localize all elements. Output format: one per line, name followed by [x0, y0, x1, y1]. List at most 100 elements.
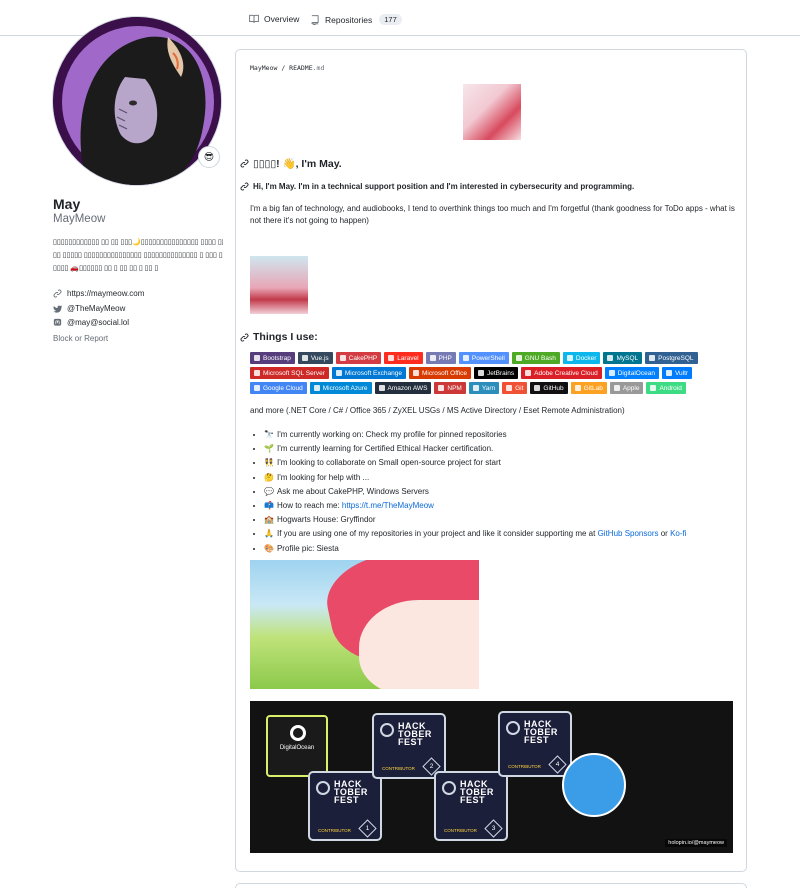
- readme-card: MayMeow / README.md ▯▯▯▯! 👋, I'm May. Hi…: [235, 49, 747, 872]
- list-item-emoji: 📫: [264, 501, 274, 511]
- hacktoberfest-level-number: 1: [365, 825, 370, 832]
- tech-badge-label: Google Cloud: [263, 384, 303, 392]
- readme-list: 🔭I'm currently working on: Check my prof…: [260, 428, 740, 556]
- tech-badge-git: Git: [502, 382, 528, 394]
- bootstrap-icon: [254, 355, 260, 361]
- tech-badge-label: PostgreSQL: [658, 354, 694, 362]
- list-item: 🔭I'm currently working on: Check my prof…: [264, 428, 740, 442]
- list-item: 🙏If you are using one of my repositories…: [264, 527, 740, 541]
- website-link[interactable]: https://maymeow.com: [67, 289, 144, 298]
- list-item-text: Ask me about CakePHP, Windows Servers: [276, 486, 429, 496]
- tech-badge-label: Microsoft SQL Server: [263, 369, 325, 377]
- tech-badge-label: Microsoft Office: [421, 369, 468, 377]
- list-item-link[interactable]: GitHub Sponsors: [598, 529, 659, 538]
- bash-icon: [515, 355, 522, 361]
- profile-login: MayMeow: [53, 213, 106, 225]
- digitalocean-badge-label: DigitalOcean: [279, 745, 315, 751]
- readme-heading-things: Things I use:: [240, 331, 318, 343]
- apple-icon: [613, 385, 620, 391]
- tech-badge-label: Vultr: [674, 369, 689, 377]
- hacktoberfest-logo-icon: [316, 781, 330, 795]
- list-item-link[interactable]: Ko-fi: [670, 529, 686, 538]
- list-item-emoji: 🤔: [264, 472, 274, 482]
- profile-mastodon[interactable]: @may@social.lol: [53, 318, 129, 327]
- list-item-text: I'm looking for help with ...: [276, 472, 370, 482]
- tech-badge-vue-js: Vue.js: [297, 352, 333, 364]
- heading-intro-text: Hi, I'm May. I'm in a technical support …: [253, 182, 635, 191]
- readme-and-more: and more (.NET Core / C# / Office 365 / …: [250, 406, 625, 415]
- hacktoberfest-badge-4: HACK TOBER FEST CONTRIBUTOR 4: [498, 711, 572, 777]
- list-item-text: I'm currently working on: Check my profi…: [276, 430, 507, 439]
- block-or-report-link[interactable]: Block or Report: [53, 334, 108, 343]
- profile-website[interactable]: https://maymeow.com: [53, 289, 144, 298]
- list-item-text: Profile pic: Siesta: [276, 543, 339, 553]
- hacktoberfest-title: HACK TOBER FEST: [398, 721, 432, 747]
- list-item: 👯I'm looking to collaborate on Small ope…: [264, 456, 740, 470]
- tech-badge-adobe-creative-cloud: Adobe Creative Cloud: [521, 367, 602, 379]
- tech-badge-google-cloud: Google Cloud: [250, 382, 307, 394]
- anchor-link-icon[interactable]: [240, 333, 249, 342]
- heading-greeting-text: ▯▯▯▯! 👋, I'm May.: [253, 158, 342, 170]
- mastodon-link[interactable]: @may@social.lol: [67, 318, 129, 327]
- heading-things-text: Things I use:: [253, 331, 318, 343]
- mysql-icon: [607, 355, 614, 361]
- tech-badge-label: Android: [659, 384, 682, 392]
- list-item-link[interactable]: https://t.me/TheMayMeow: [342, 501, 434, 510]
- anchor-link-icon[interactable]: [240, 159, 249, 168]
- tech-badge-label: NPM: [447, 384, 462, 392]
- twitter-icon: [53, 305, 62, 313]
- profile-twitter[interactable]: @TheMayMeow: [53, 304, 125, 313]
- breadcrumb-file: README: [289, 64, 313, 72]
- tech-badge-bootstrap: Bootstrap: [250, 352, 295, 364]
- powershell-icon: [462, 355, 469, 361]
- readme-paragraph: I'm a big fan of technology, and audiobo…: [250, 204, 735, 225]
- list-item-text: or: [658, 529, 671, 539]
- breadcrumb-separator: /: [277, 64, 290, 72]
- twitter-link[interactable]: @TheMayMeow: [67, 304, 125, 313]
- docker-icon: [566, 355, 573, 361]
- tech-badge-label: GNU Bash: [524, 354, 556, 362]
- aws-icon: [378, 385, 385, 391]
- list-item: 💬Ask me about CakePHP, Windows Servers: [264, 485, 740, 499]
- list-item-emoji: 🙏: [264, 529, 274, 539]
- list-item-text: How to reach me:: [276, 501, 342, 511]
- tech-badges: Bootstrap Vue.js CakePHP Laravel PHP PowerShe…: [250, 352, 740, 397]
- breadcrumb-user[interactable]: MayMeow: [250, 64, 277, 72]
- status-emoji[interactable]: 😎: [198, 146, 220, 168]
- tech-badge-label: Laravel: [397, 354, 419, 362]
- anchor-link-icon[interactable]: [240, 182, 249, 191]
- holopin-board[interactable]: DigitalOcean HACK TOBER FEST CONTRIBUTOR…: [250, 701, 733, 853]
- tab-overview[interactable]: Overview: [249, 14, 299, 24]
- list-item-emoji: 🏫: [264, 515, 274, 525]
- repo-icon: [311, 14, 319, 25]
- exchange-icon: [335, 370, 342, 376]
- readme-anime-thumbnail: [250, 256, 308, 314]
- hacktoberfest-title: HACK TOBER FEST: [460, 779, 494, 805]
- laravel-icon: [388, 355, 395, 361]
- readme-heading-intro: Hi, I'm May. I'm in a technical support …: [240, 182, 634, 191]
- readme-breadcrumb: MayMeow / README.md: [250, 64, 324, 72]
- list-item: 🤔I'm looking for help with ...: [264, 471, 740, 485]
- azure-icon: [313, 385, 320, 391]
- avatar[interactable]: [52, 16, 222, 186]
- tech-badge-vultr: Vultr: [661, 367, 693, 379]
- tech-badge-microsoft-office: Microsoft Office: [408, 367, 472, 379]
- tech-badge-label: Git: [515, 384, 524, 392]
- digitalocean-logo-icon: [290, 725, 306, 741]
- cakephp-icon: [339, 355, 346, 361]
- digitalocean-icon: [608, 370, 615, 376]
- tech-badge-apple: Apple: [609, 382, 644, 394]
- profile-bio: ▯▯▯▯▯▯▯▯▯▯▯▯ ▯▯ ▯▯ ▯▯▯🌙▯▯▯▯▯▯▯▯▯▯▯▯▯▯▯ ▯…: [53, 236, 223, 275]
- readme-header-image: [463, 84, 521, 140]
- tab-repositories-label: Repositories: [325, 14, 373, 25]
- holopin-url[interactable]: holopin.io/@maymeow: [665, 839, 727, 847]
- tech-badge-label: Amazon AWS: [387, 384, 428, 392]
- tab-repositories[interactable]: Repositories 177: [310, 14, 402, 25]
- repositories-counter: 177: [379, 14, 402, 25]
- badge-row: Google Cloud Microsoft Azure Amazon AWS NPM…: [250, 382, 740, 394]
- tech-badge-gitlab: GitLab: [570, 382, 607, 394]
- github-icon: [534, 385, 541, 391]
- tech-badge-label: JetBrains: [487, 369, 515, 377]
- tech-badge-cakephp: CakePHP: [335, 352, 382, 364]
- list-item-emoji: 🔭: [264, 430, 274, 439]
